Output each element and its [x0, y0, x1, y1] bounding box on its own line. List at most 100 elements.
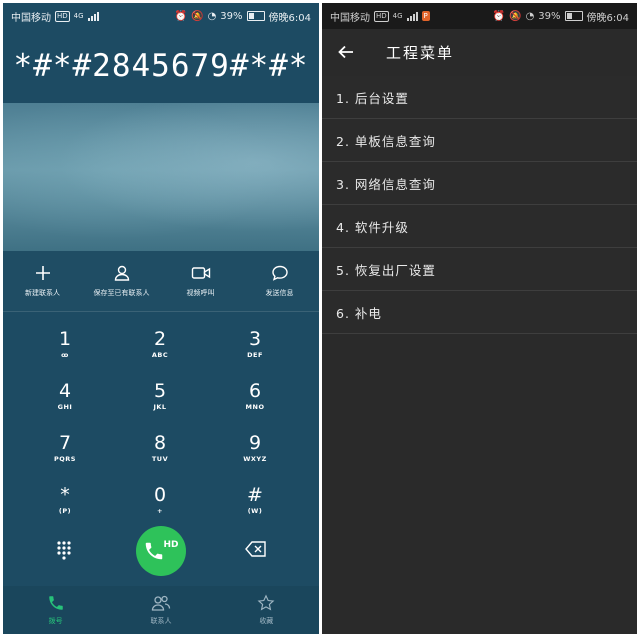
notification-icon: P — [421, 11, 430, 21]
send-message-button[interactable]: 发送信息 — [240, 251, 319, 311]
key-letters: + — [157, 507, 163, 515]
save-to-contact-button[interactable]: 保存至已有联系人 — [82, 251, 161, 311]
signal-icon — [87, 11, 99, 21]
key-letters: TUV — [151, 455, 169, 463]
key-letters: GHI — [57, 403, 73, 411]
key-letters: (W) — [247, 507, 263, 515]
person-icon — [114, 265, 129, 281]
keypad-toggle-button[interactable] — [53, 539, 75, 565]
menu-item-network-info[interactable]: 3. 网络信息查询 — [322, 162, 637, 205]
dialed-number[interactable]: *#*#2845679#*#* — [3, 29, 319, 103]
action-label: 新建联系人 — [25, 289, 60, 297]
key-letters: JKL — [153, 403, 167, 411]
plus-icon — [35, 266, 50, 280]
menu-item-recharge[interactable]: 6. 补电 — [322, 291, 637, 334]
key-digit: 6 — [248, 380, 262, 402]
wallpaper-background — [3, 103, 319, 251]
alarm-icon: ⏰ — [492, 10, 506, 22]
menu-item-software-upgrade[interactable]: 4. 软件升级 — [322, 205, 637, 248]
key-1[interactable]: 1ꝏ — [20, 321, 110, 367]
key-letters: (P) — [58, 507, 72, 515]
call-row: HD — [3, 523, 319, 579]
network-type: 4G — [73, 12, 84, 20]
status-bar: 中国移动 HD 4G ⏰ 🔕 ◔ 39% 傍晚6:04 — [3, 3, 319, 29]
speed-icon: ◔ — [525, 10, 535, 22]
battery-percent: 39% — [538, 10, 561, 22]
tab-label: 拨号 — [48, 617, 63, 625]
hd-badge: HD — [55, 10, 70, 22]
key-3[interactable]: 3 DEF — [210, 321, 300, 367]
mute-icon: 🔕 — [509, 10, 522, 22]
battery-icon — [564, 11, 583, 21]
bottom-tab-bar: 拨号 联系人 收藏 — [3, 586, 319, 634]
quick-actions: 新建联系人 保存至已有联系人 视频呼叫 发送信息 — [3, 251, 319, 312]
tab-dialer[interactable]: 拨号 — [3, 586, 108, 634]
network-type: 4G — [392, 12, 403, 20]
key-letters: MNO — [245, 403, 265, 411]
tab-contacts[interactable]: 联系人 — [108, 586, 213, 634]
backspace-button[interactable] — [245, 541, 267, 561]
action-label: 视频呼叫 — [186, 289, 215, 297]
key-digit: 4 — [58, 380, 72, 402]
back-arrow-icon — [338, 45, 353, 59]
dialer-screen: 中国移动 HD 4G ⏰ 🔕 ◔ 39% 傍晚6:04 *#*#2845679#… — [3, 3, 319, 634]
key-digit: # — [247, 484, 263, 506]
hd-badge: HD — [374, 10, 389, 22]
key-8[interactable]: 8 TUV — [115, 425, 205, 471]
key-letters: ABC — [151, 351, 169, 359]
key-letters: DEF — [247, 351, 263, 359]
key-star[interactable]: * (P) — [20, 477, 110, 523]
tab-favorites[interactable]: 收藏 — [214, 586, 319, 634]
signal-icon — [406, 11, 418, 21]
video-call-button[interactable]: 视频呼叫 — [161, 251, 240, 311]
engineering-menu-screen: 中国移动 HD 4G P ⏰ 🔕 ◔ 39% 傍晚6:04 工程菜单 1. 后台… — [322, 3, 637, 634]
app-bar: 工程菜单 — [322, 29, 637, 75]
key-5[interactable]: 5 JKL — [115, 373, 205, 419]
key-2[interactable]: 2 ABC — [115, 321, 205, 367]
menu-item-background-settings[interactable]: 1. 后台设置 — [322, 76, 637, 119]
new-contact-button[interactable]: 新建联系人 — [3, 251, 82, 311]
tab-label: 联系人 — [150, 617, 172, 625]
key-hash[interactable]: # (W) — [210, 477, 300, 523]
engineering-menu-list: 1. 后台设置 2. 单板信息查询 3. 网络信息查询 4. 软件升级 5. 恢… — [322, 76, 637, 334]
clock: 傍晚6:04 — [586, 12, 629, 24]
speed-icon: ◔ — [207, 10, 217, 22]
phone-icon — [48, 596, 63, 610]
key-digit: 8 — [153, 432, 167, 454]
voicemail-icon: ꝏ — [61, 351, 69, 359]
key-letters: PQRS — [54, 455, 76, 463]
key-digit: 7 — [58, 432, 72, 454]
message-icon — [271, 265, 288, 281]
key-0[interactable]: 0 + — [115, 477, 205, 523]
menu-item-board-info[interactable]: 2. 单板信息查询 — [322, 119, 637, 162]
carrier-label: 中国移动 — [11, 12, 51, 24]
phone-icon — [146, 542, 163, 560]
key-digit: 9 — [248, 432, 262, 454]
back-button[interactable] — [322, 43, 370, 61]
key-7[interactable]: 7 PQRS — [20, 425, 110, 471]
star-icon — [257, 594, 275, 611]
page-title: 工程菜单 — [386, 43, 455, 62]
clock: 傍晚6:04 — [268, 12, 311, 24]
battery-icon — [246, 11, 265, 21]
backspace-icon — [245, 541, 266, 557]
menu-item-factory-reset[interactable]: 5. 恢复出厂设置 — [322, 248, 637, 291]
key-digit: 0 — [153, 484, 167, 506]
hd-label: HD — [163, 540, 179, 550]
carrier-label: 中国移动 — [330, 12, 370, 24]
key-digit: * — [60, 484, 70, 506]
status-bar: 中国移动 HD 4G P ⏰ 🔕 ◔ 39% 傍晚6:04 — [322, 3, 637, 29]
alarm-icon: ⏰ — [174, 10, 188, 22]
call-button[interactable]: HD — [136, 526, 186, 576]
dialpad-icon — [57, 541, 71, 560]
key-6[interactable]: 6 MNO — [210, 373, 300, 419]
contacts-icon — [151, 595, 171, 611]
key-digit: 1 — [58, 328, 72, 350]
action-label: 发送信息 — [265, 289, 294, 297]
key-digit: 5 — [153, 380, 167, 402]
action-label: 保存至已有联系人 — [93, 289, 150, 297]
battery-percent: 39% — [220, 10, 243, 22]
mute-icon: 🔕 — [191, 10, 204, 22]
key-9[interactable]: 9 WXYZ — [210, 425, 300, 471]
key-4[interactable]: 4 GHI — [20, 373, 110, 419]
